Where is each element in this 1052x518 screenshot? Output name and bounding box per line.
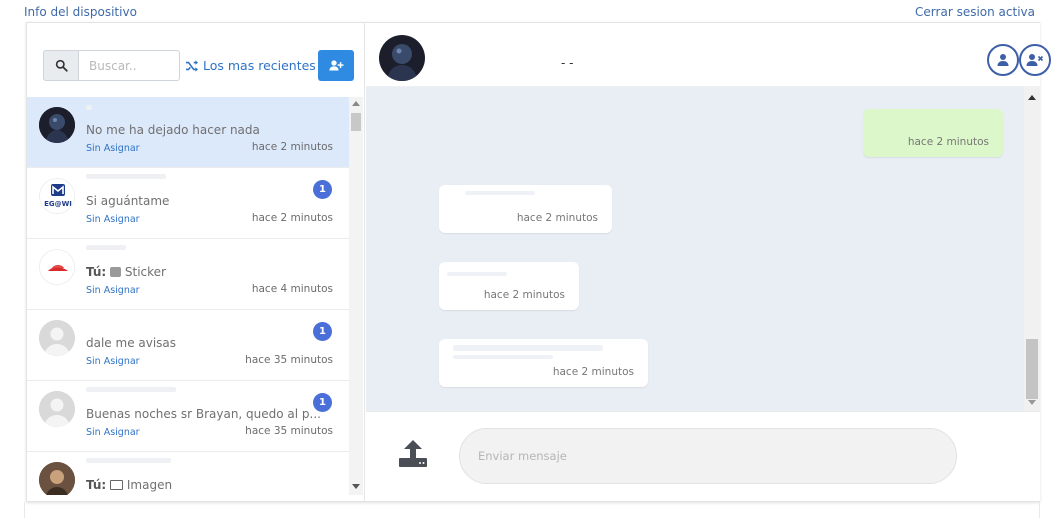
conversation-list: No me ha dejado hacer nada Sin Asignar h… — [27, 97, 349, 495]
assignment-label: Sin Asignar — [86, 214, 140, 225]
recent-filter-label: Los mas recientes — [203, 58, 316, 73]
scrollbar-thumb[interactable] — [1026, 339, 1038, 399]
conversation-item[interactable]: Buenas noches sr Brayan, quedo al p... S… — [27, 381, 349, 452]
message-preview: Buenas noches sr Brayan, quedo al p... — [86, 407, 321, 421]
top-bar: Info del dispositivo Cerrar sesion activ… — [0, 0, 1052, 22]
assignment-label: Sin Asignar — [86, 427, 140, 438]
avatar: EG@WI — [39, 178, 75, 214]
assignment-label: Sin Asignar — [86, 285, 140, 296]
incoming-message: hace 2 minutos — [439, 185, 612, 233]
incoming-message: hace 2 minutos — [439, 262, 579, 310]
message-time: hace 2 minutos — [251, 141, 333, 153]
scrollbar-thumb[interactable] — [351, 113, 361, 131]
conversation-item[interactable]: EG@WI Si aguántame Sin Asignar hace 2 mi… — [27, 168, 349, 239]
page-footer — [24, 502, 1040, 518]
contact-name — [86, 245, 126, 250]
logout-link[interactable]: Cerrar sesion activa — [915, 5, 1035, 19]
upload-icon — [399, 440, 427, 467]
message-thread: hace 2 minutos hace 2 minutos hace 2 min… — [366, 87, 1024, 411]
message-time: hace 2 minutos — [251, 212, 333, 224]
image-icon — [110, 480, 124, 490]
sticker-icon — [110, 267, 122, 277]
message-preview: dale me avisas — [86, 336, 177, 350]
unread-badge: 1 — [313, 393, 332, 412]
avatar — [39, 107, 75, 143]
default-avatar-icon — [39, 320, 75, 356]
thread-scrollbar[interactable] — [1024, 87, 1040, 411]
scroll-down-arrow[interactable] — [352, 484, 360, 489]
message-composer — [366, 411, 1040, 501]
scroll-up-arrow[interactable] — [1028, 95, 1036, 100]
message-time: hace 35 minutos — [245, 354, 333, 366]
avatar — [39, 320, 75, 356]
conversation-item[interactable]: No me ha dejado hacer nada Sin Asignar h… — [27, 97, 349, 168]
contact-name — [86, 174, 166, 179]
unread-badge: 1 — [313, 180, 332, 199]
message-preview: Tú: Sticker — [86, 265, 166, 279]
default-avatar-icon — [39, 391, 75, 427]
message-time: hace 2 minutos — [907, 136, 989, 148]
shuffle-icon — [186, 59, 198, 72]
add-contact-button[interactable] — [318, 50, 354, 81]
conversation-item[interactable]: dale me avisas Sin Asignar hace 35 minut… — [27, 310, 349, 381]
assignment-label: Sin Asignar — [86, 356, 140, 367]
contact-name — [86, 458, 171, 463]
conversation-panel: Los mas recientes No me ha dejado hacer … — [27, 23, 365, 501]
unassign-user-button[interactable] — [1019, 44, 1051, 76]
recent-filter-button[interactable]: Los mas recientes — [182, 50, 318, 81]
contact-name — [86, 387, 176, 392]
search-input[interactable] — [79, 50, 180, 81]
assign-user-button[interactable] — [987, 44, 1019, 76]
conversation-item[interactable]: Tú: Sticker Sin Asignar hace 4 minutos — [27, 239, 349, 310]
outgoing-message: hace 2 minutos — [863, 109, 1003, 157]
chat-panel: - - hace 2 minutos hace 2 minutos hace 2… — [366, 23, 1051, 501]
contact-avatar[interactable] — [379, 35, 425, 81]
avatar — [39, 249, 75, 285]
message-preview: No me ha dejado hacer nada — [86, 123, 260, 137]
message-time: hace 2 minutos — [483, 289, 565, 301]
assignment-label: Sin Asignar — [86, 143, 140, 154]
message-time: hace 2 minutos — [516, 212, 598, 224]
scroll-down-arrow[interactable] — [1028, 400, 1036, 405]
avatar — [39, 462, 75, 495]
svg-text:EG@WI: EG@WI — [44, 200, 72, 208]
message-preview: Tú: Imagen — [86, 478, 173, 492]
avatar — [39, 391, 75, 427]
chat-header: - - — [366, 23, 1051, 87]
scroll-up-arrow[interactable] — [352, 101, 360, 106]
message-time: hace 35 minutos — [245, 425, 333, 437]
contact-name — [86, 105, 92, 110]
user-remove-icon — [1026, 54, 1044, 66]
search-icon — [55, 59, 68, 72]
contact-name: - - — [561, 56, 574, 70]
add-user-icon — [328, 60, 343, 71]
user-icon — [997, 54, 1009, 66]
unread-badge: 1 — [313, 322, 332, 341]
conversation-list-scrollbar[interactable] — [349, 97, 363, 495]
message-time: hace 2 minutos — [552, 366, 634, 378]
message-input[interactable] — [459, 428, 957, 484]
message-time: hace 4 minutos — [251, 283, 333, 295]
message-preview: Si aguántame — [86, 194, 170, 208]
search-button[interactable] — [43, 50, 79, 81]
device-info-link[interactable]: Info del dispositivo — [24, 5, 137, 19]
incoming-message: hace 2 minutos — [439, 339, 648, 387]
upload-button[interactable] — [398, 438, 428, 468]
search-bar: Los mas recientes — [27, 23, 365, 97]
chat-app: Los mas recientes No me ha dejado hacer … — [26, 22, 1051, 502]
conversation-item[interactable]: Tú: Imagen — [27, 452, 349, 495]
